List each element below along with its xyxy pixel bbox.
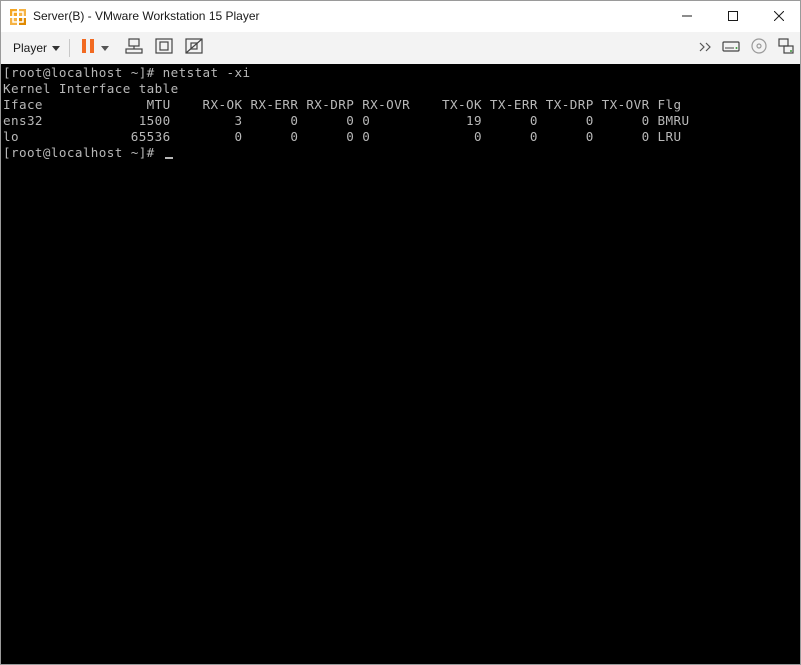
console-line: ens32 1500 3 0 0 0 19 0 0 0 BMRU xyxy=(3,113,690,128)
network-button[interactable] xyxy=(775,37,797,59)
maximize-button[interactable] xyxy=(710,1,756,32)
network-icon xyxy=(778,37,794,59)
cd-icon xyxy=(751,37,767,59)
minimize-button[interactable] xyxy=(664,1,710,32)
console-prompt: [root@localhost ~]# xyxy=(3,145,163,160)
unity-icon xyxy=(185,37,203,59)
console-line: Kernel Interface table xyxy=(3,81,179,96)
forward-button[interactable] xyxy=(695,37,717,59)
text-cursor xyxy=(164,157,173,159)
toolbar: Player xyxy=(1,32,800,64)
fit-window-button[interactable] xyxy=(153,37,175,59)
window-title: Server(B) - VMware Workstation 15 Player xyxy=(33,9,260,23)
pause-icon xyxy=(81,38,95,59)
hard-disk-button[interactable] xyxy=(720,37,742,59)
player-menu-label: Player xyxy=(13,41,48,55)
unity-button[interactable] xyxy=(183,37,205,59)
title-bar[interactable]: Server(B) - VMware Workstation 15 Player xyxy=(1,1,800,32)
fit-window-icon xyxy=(155,37,173,59)
send-ctrl-alt-del-icon xyxy=(125,37,143,59)
maximize-icon xyxy=(728,8,738,26)
vmware-window: Server(B) - VMware Workstation 15 Player… xyxy=(0,0,801,665)
vm-console-screen[interactable]: [root@localhost ~]# netstat -xi Kernel I… xyxy=(1,64,800,664)
chevron-down-icon xyxy=(52,45,61,51)
toolbar-divider xyxy=(69,39,70,57)
close-button[interactable] xyxy=(756,1,801,32)
dropdown-icon xyxy=(101,39,109,57)
console-prompt-line: [root@localhost ~]# xyxy=(3,145,173,161)
send-ctrl-alt-del-button[interactable] xyxy=(123,37,145,59)
forward-icon xyxy=(699,39,713,57)
close-icon xyxy=(773,8,785,26)
player-menu-button[interactable]: Player xyxy=(7,37,66,59)
console-line: Iface MTU RX-OK RX-ERR RX-DRP RX-OVR TX-… xyxy=(3,97,682,112)
hard-disk-icon xyxy=(722,39,740,58)
cd-button[interactable] xyxy=(748,37,770,59)
vmware-player-icon xyxy=(9,8,27,26)
minimize-icon xyxy=(682,8,692,26)
console-line: lo 65536 0 0 0 0 0 0 0 0 LRU xyxy=(3,129,682,144)
power-options-dropdown[interactable] xyxy=(98,37,112,59)
pause-button[interactable] xyxy=(77,37,99,59)
console-line: [root@localhost ~]# netstat -xi xyxy=(3,65,251,80)
